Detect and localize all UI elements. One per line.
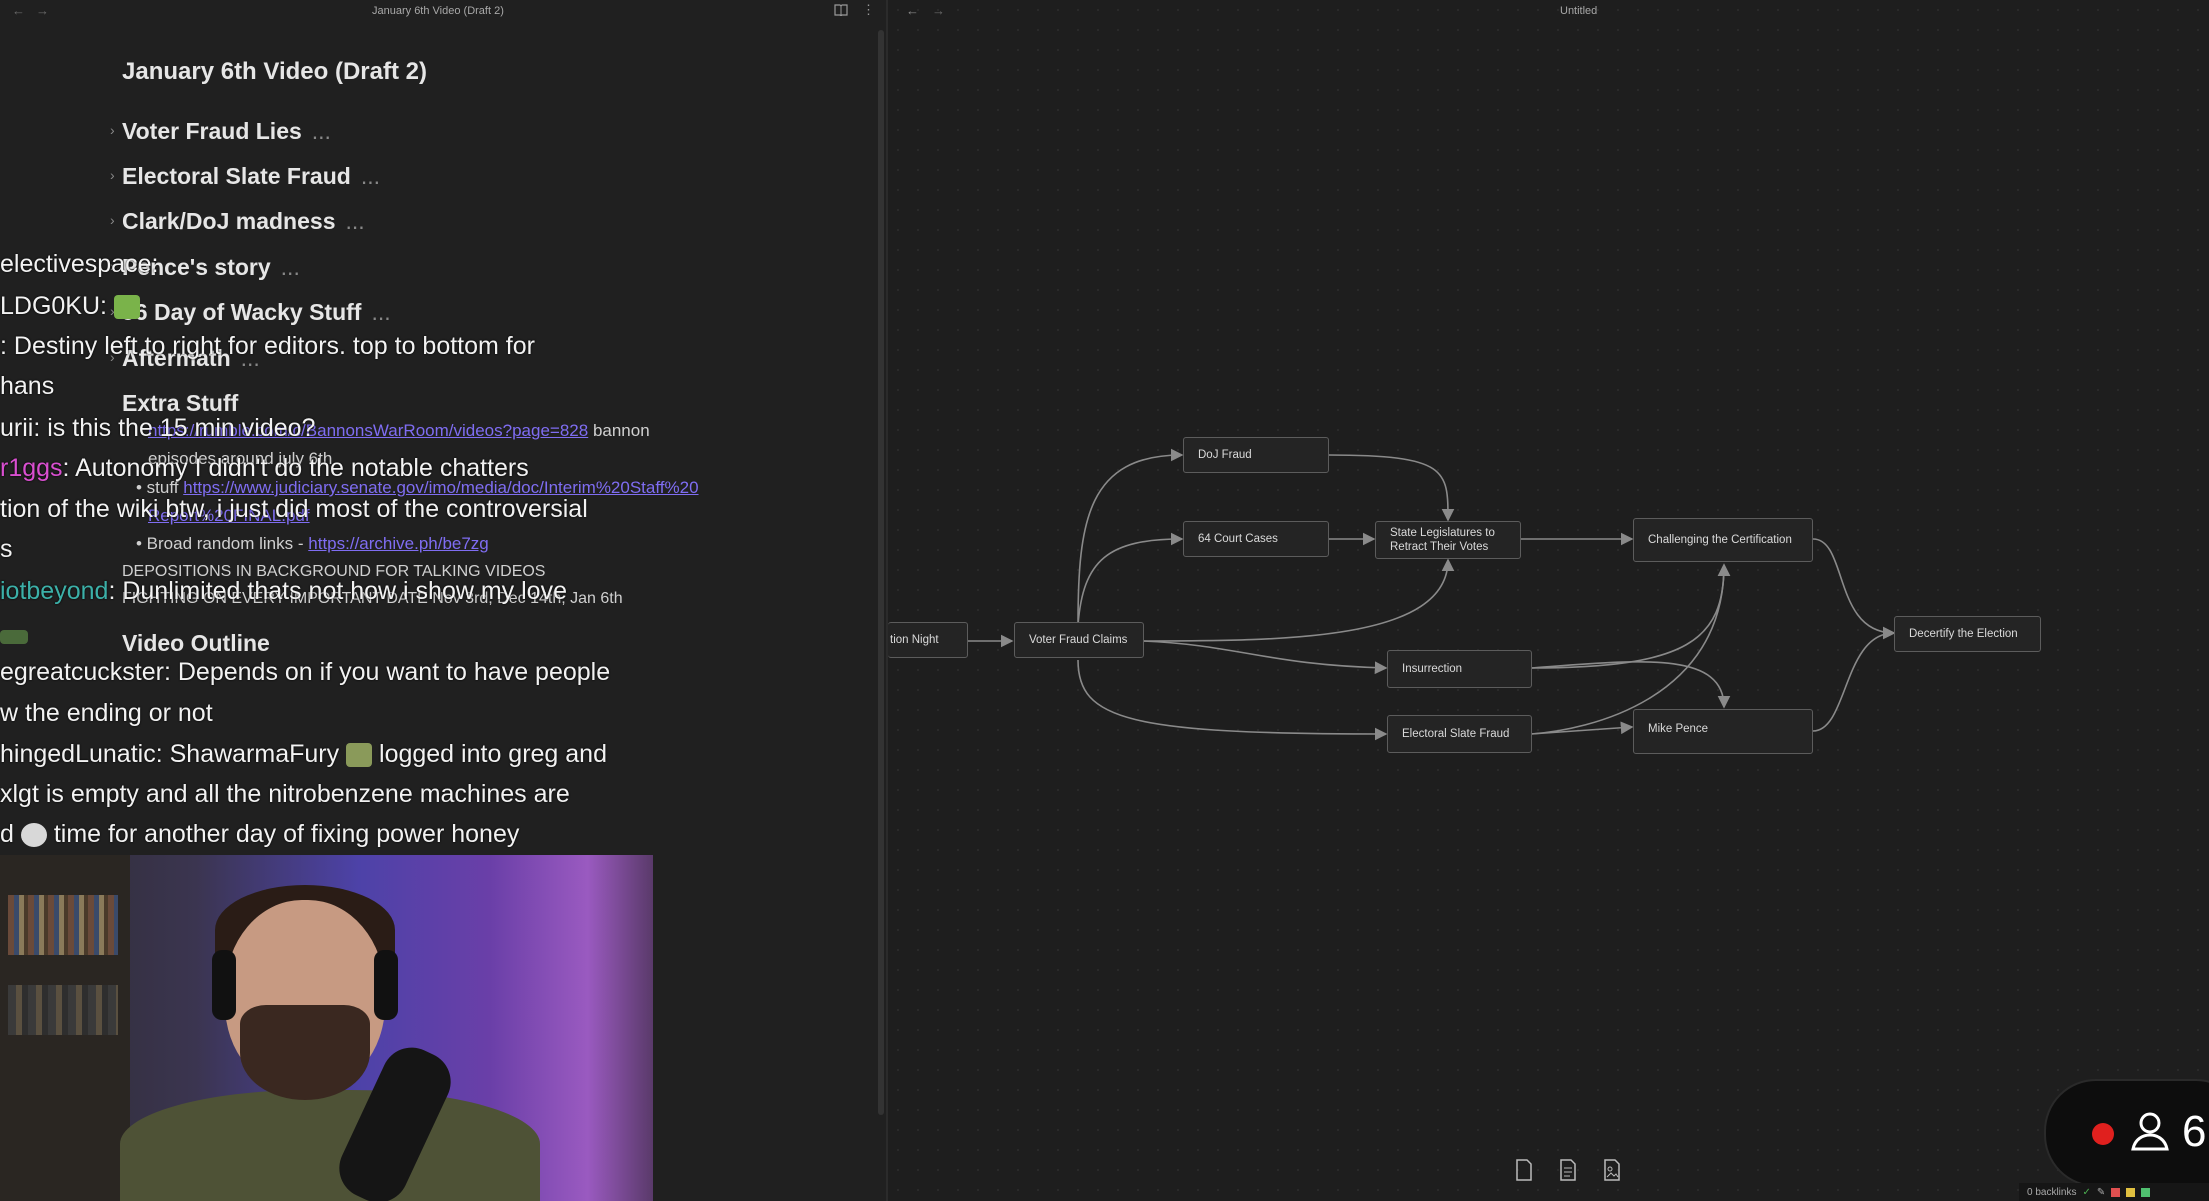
sync-check-icon[interactable]: ✓ [2082, 1187, 2090, 1198]
chevron-right-icon[interactable]: › [110, 167, 115, 183]
node-state-legislatures-label: State Legislatures to Retract Their Votes [1390, 527, 1495, 553]
emote-icon [346, 743, 373, 768]
chat-line: r1ggs: Autonomy I didn't do the notable … [0, 454, 529, 482]
chat-line: tion of the wiki btw, i just did most of… [0, 495, 588, 523]
node-doj-fraud[interactable]: DoJ Fraud [1183, 437, 1329, 473]
node-decertify-election[interactable]: Decertify the Election [1894, 616, 2041, 652]
status-green-icon[interactable] [2141, 1187, 2151, 1197]
chat-line: hingedLunatic: ShawarmaFury logged into … [0, 740, 607, 768]
node-insurrection[interactable]: Insurrection [1387, 650, 1532, 688]
canvas-edges [968, 448, 1896, 741]
chevron-right-icon[interactable]: › [110, 122, 115, 138]
backlinks-count[interactable]: 0 backlinks [2027, 1187, 2076, 1198]
viewer-count-widget: 6 [2044, 1079, 2209, 1187]
chat-line: electivespace: [0, 250, 159, 278]
status-yellow-icon[interactable] [2126, 1187, 2136, 1197]
status-bar: 0 backlinks ✓ ✎ [2019, 1183, 2209, 1201]
chat-line: : Destiny left to right for editors. top… [0, 332, 535, 360]
extra-line-3: • Broad random links - https://archive.p… [136, 534, 489, 553]
webcam-feed [0, 855, 653, 1201]
chat-line [0, 622, 28, 651]
chat-line: w the ending or not [0, 699, 213, 727]
chat-line: urii: is this the 15 min video? [0, 414, 316, 442]
chat-line: LDG0KU: [0, 292, 140, 321]
more-icon[interactable]: ⋮ [862, 2, 875, 18]
chat-line: iotbeyond: Dunlimited thats not how i sh… [0, 577, 567, 605]
node-challenging-certification[interactable]: Challenging the Certification [1633, 518, 1813, 562]
emote-icon [113, 295, 140, 320]
headphones-icon [374, 950, 398, 1020]
document-icon[interactable] [1556, 1158, 1580, 1182]
user-icon [2128, 1109, 2172, 1158]
chat-line: s [0, 535, 13, 563]
bookshelf [0, 855, 130, 1201]
file-icon[interactable] [1512, 1158, 1536, 1182]
heading-clark-doj[interactable]: › Clark/DoJ madness... [110, 208, 365, 235]
left-scrollbar[interactable] [878, 30, 884, 1115]
chat-line: xlgt is empty and all the nitrobenzene m… [0, 780, 570, 808]
canvas-toolbar [1512, 1158, 1624, 1182]
status-red-icon[interactable] [2111, 1187, 2121, 1197]
doc-title: January 6th Video (Draft 2) [122, 58, 427, 85]
chevron-right-icon[interactable]: › [110, 212, 115, 228]
headphones-icon [212, 950, 236, 1020]
chat-line: d time for another day of fixing power h… [0, 820, 520, 848]
heading-extra-stuff: Extra Stuff [122, 390, 239, 416]
chat-line: egreatcuckster: Depends on if you want t… [0, 658, 611, 686]
forward-arrow-icon[interactable]: → [36, 3, 49, 18]
archive-link[interactable]: https://archive.ph/be7zg [308, 534, 489, 553]
record-dot-icon [2092, 1123, 2114, 1145]
left-tab-title: January 6th Video (Draft 2) [372, 5, 504, 17]
left-titlebar: ← → January 6th Video (Draft 2) ⋮ [0, 0, 886, 22]
node-voter-fraud-claims[interactable]: Voter Fraud Claims [1014, 622, 1144, 658]
chat-line: hans [0, 372, 55, 400]
left-editor-pane: ← → January 6th Video (Draft 2) ⋮ Januar… [0, 0, 886, 1201]
node-mike-pence[interactable]: Mike Pence [1633, 709, 1813, 754]
viewer-count: 6 [2182, 1107, 2207, 1156]
image-file-icon[interactable] [1600, 1158, 1624, 1182]
heading-j6-day[interactable]: › J6 Day of Wacky Stuff... [110, 299, 391, 326]
book-icon[interactable] [834, 4, 848, 19]
node-electoral-slate-fraud[interactable]: Electoral Slate Fraud [1387, 715, 1532, 753]
heading-electoral-slate[interactable]: › Electoral Slate Fraud... [110, 163, 380, 190]
node-state-legislatures[interactable]: State Legislatures to Retract Their Votes [1375, 521, 1521, 559]
badge-icon [0, 630, 28, 645]
heading-voter-fraud[interactable]: › Voter Fraud Lies... [110, 118, 331, 145]
pen-icon[interactable]: ✎ [2097, 1187, 2105, 1198]
back-arrow-icon[interactable]: ← [12, 3, 25, 18]
person-shirt [120, 1090, 540, 1201]
node-election-night[interactable]: tion Night [888, 622, 968, 658]
person-beard [240, 1005, 370, 1100]
emote-icon [20, 823, 47, 848]
node-64-court-cases[interactable]: 64 Court Cases [1183, 521, 1329, 557]
heading-video-outline: Video Outline [122, 630, 270, 656]
canvas-pane[interactable]: ← → Untitled tion Night Voter Fraud Clai… [888, 0, 2209, 1201]
